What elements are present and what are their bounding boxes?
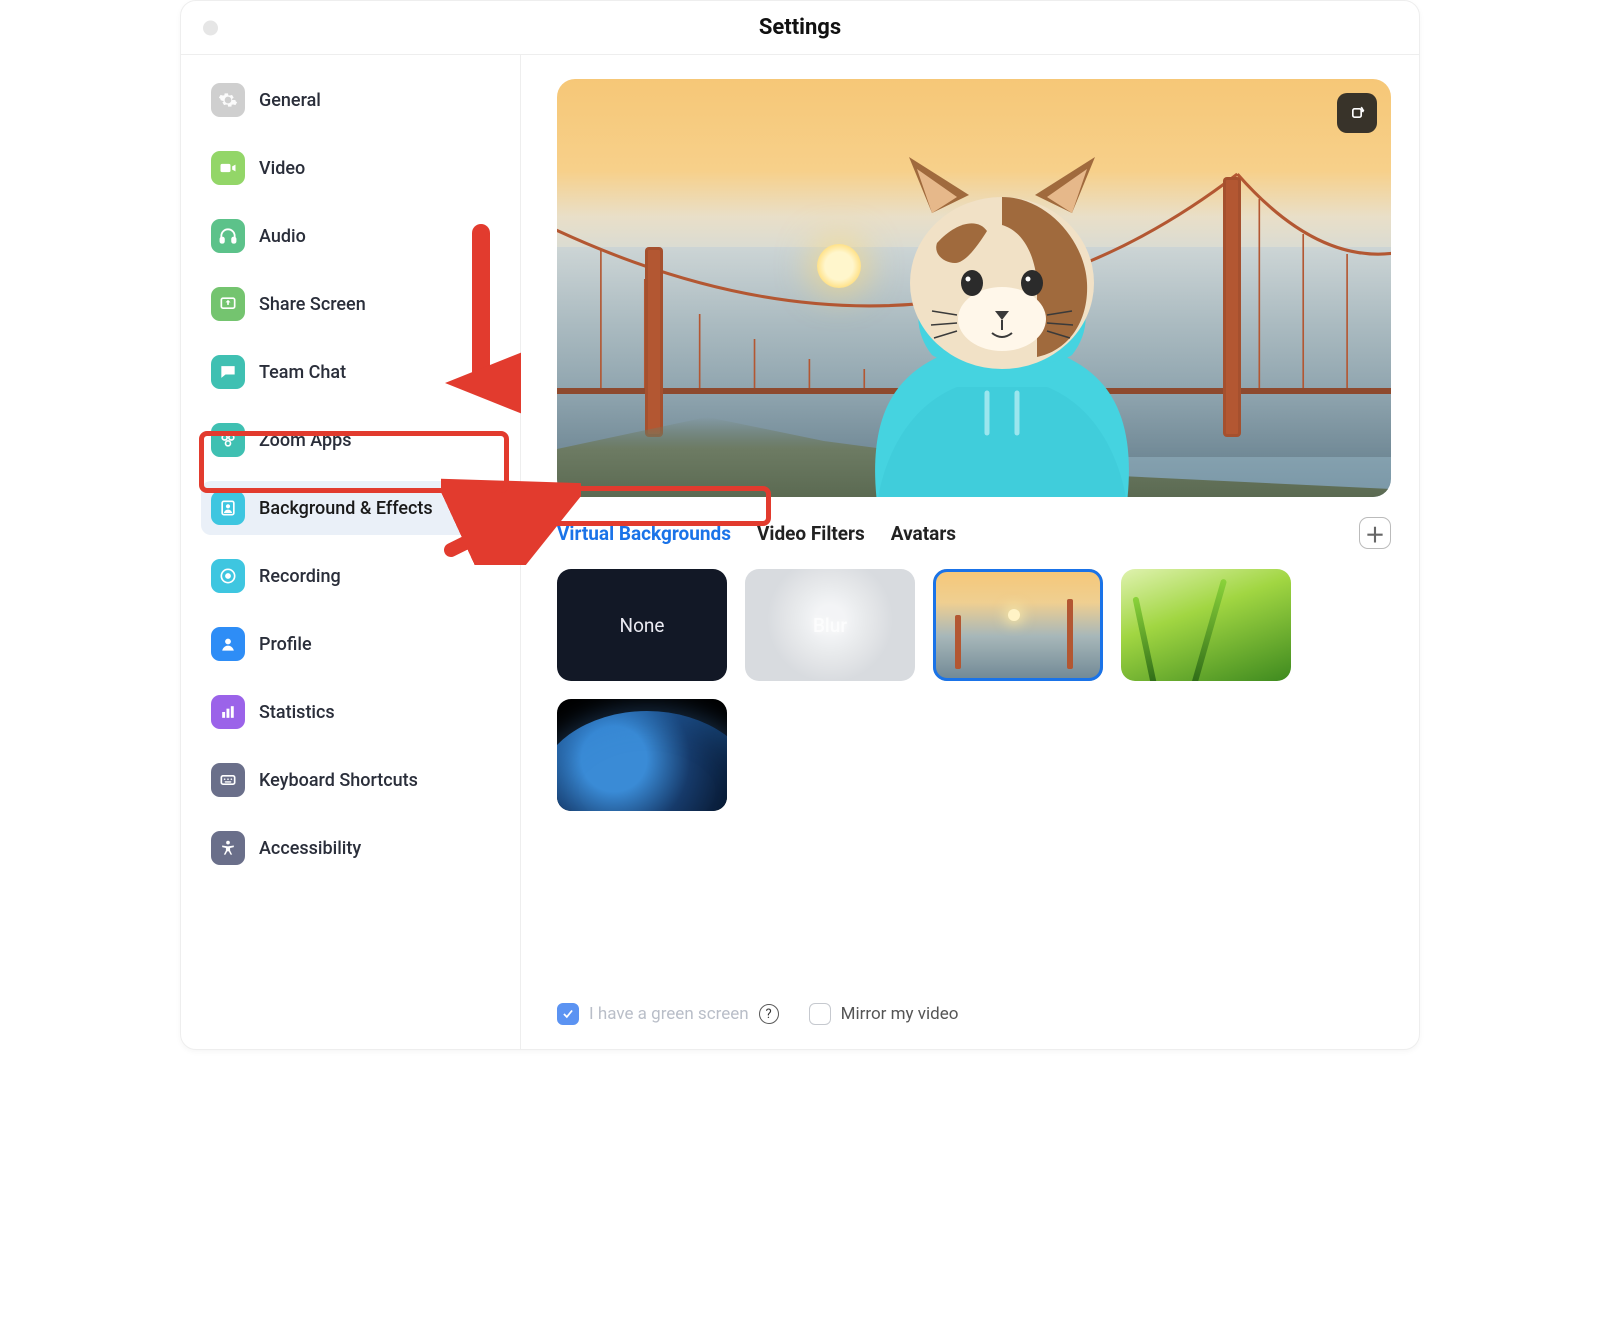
bg-thumb-earth[interactable]: [557, 699, 727, 811]
bg-thumb-none[interactable]: None: [557, 569, 727, 681]
window-title: Settings: [759, 15, 841, 40]
rotate-camera-button[interactable]: [1337, 93, 1377, 133]
settings-window: Settings General Video Audio: [180, 0, 1420, 1050]
tab-virtual-backgrounds[interactable]: Virtual Backgrounds: [557, 520, 731, 547]
video-preview: [557, 79, 1391, 497]
rotate-icon: [1347, 103, 1367, 123]
sidebar-item-label: Video: [259, 158, 305, 179]
sidebar-item-profile[interactable]: Profile: [201, 617, 508, 671]
headphones-icon: [211, 219, 245, 253]
close-window-dot[interactable]: [203, 20, 218, 35]
bar-chart-icon: [211, 695, 245, 729]
green-screen-label: I have a green screen: [589, 1004, 749, 1024]
sidebar-item-label: Recording: [259, 566, 341, 587]
background-thumbnails: None Blur: [557, 569, 1391, 811]
mirror-video-option: Mirror my video: [809, 1003, 959, 1025]
bg-thumb-golden-gate[interactable]: [933, 569, 1103, 681]
apps-icon: [211, 423, 245, 457]
avatar-cat: [837, 143, 1167, 497]
thumb-label: Blur: [813, 614, 847, 637]
chat-bubble-icon: [211, 355, 245, 389]
sidebar-item-audio[interactable]: Audio: [201, 209, 508, 263]
tab-video-filters[interactable]: Video Filters: [757, 520, 865, 547]
titlebar: Settings: [181, 1, 1419, 55]
sidebar-item-label: Team Chat: [259, 362, 346, 383]
effects-tabs: Virtual Backgrounds Video Filters Avatar…: [557, 517, 1391, 549]
green-screen-checkbox[interactable]: [557, 1003, 579, 1025]
sidebar-item-label: Zoom Apps: [259, 430, 352, 451]
sidebar-item-team-chat[interactable]: Team Chat: [201, 345, 508, 399]
sidebar-item-label: Profile: [259, 634, 312, 655]
portrait-icon: [211, 491, 245, 525]
plus-icon: ＋: [1365, 519, 1385, 548]
sidebar-item-zoom-apps[interactable]: Zoom Apps: [201, 413, 508, 467]
bg-thumb-blur[interactable]: Blur: [745, 569, 915, 681]
mirror-video-checkbox[interactable]: [809, 1003, 831, 1025]
share-screen-icon: [211, 287, 245, 321]
sidebar-item-label: General: [259, 90, 321, 111]
tab-avatars[interactable]: Avatars: [891, 520, 956, 547]
sidebar-item-background-effects[interactable]: Background & Effects: [201, 481, 508, 535]
sidebar-item-share-screen[interactable]: Share Screen: [201, 277, 508, 331]
main-panel: Virtual Backgrounds Video Filters Avatar…: [521, 55, 1419, 1049]
sidebar-item-label: Background & Effects: [259, 498, 433, 519]
user-icon: [211, 627, 245, 661]
settings-sidebar: General Video Audio Share Screen: [181, 55, 521, 1049]
sidebar-item-recording[interactable]: Recording: [201, 549, 508, 603]
accessibility-icon: [211, 831, 245, 865]
sidebar-item-video[interactable]: Video: [201, 141, 508, 195]
mirror-video-label: Mirror my video: [841, 1004, 959, 1024]
sidebar-item-label: Share Screen: [259, 294, 366, 315]
sidebar-item-statistics[interactable]: Statistics: [201, 685, 508, 739]
footer-options: I have a green screen ? Mirror my video: [557, 991, 1391, 1029]
sidebar-item-label: Audio: [259, 226, 306, 247]
sidebar-item-label: Statistics: [259, 702, 335, 723]
sidebar-item-accessibility[interactable]: Accessibility: [201, 821, 508, 875]
sidebar-item-label: Keyboard Shortcuts: [259, 770, 418, 791]
gear-icon: [211, 83, 245, 117]
record-icon: [211, 559, 245, 593]
check-icon: [561, 1007, 575, 1021]
bg-thumb-grass[interactable]: [1121, 569, 1291, 681]
thumb-label: None: [620, 614, 665, 637]
sidebar-item-keyboard-shortcuts[interactable]: Keyboard Shortcuts: [201, 753, 508, 807]
video-camera-icon: [211, 151, 245, 185]
sidebar-item-general[interactable]: General: [201, 73, 508, 127]
sidebar-item-label: Accessibility: [259, 838, 361, 859]
green-screen-option: I have a green screen ?: [557, 1003, 779, 1025]
keyboard-icon: [211, 763, 245, 797]
green-screen-help-icon[interactable]: ?: [759, 1004, 779, 1024]
add-background-button[interactable]: ＋: [1359, 517, 1391, 549]
